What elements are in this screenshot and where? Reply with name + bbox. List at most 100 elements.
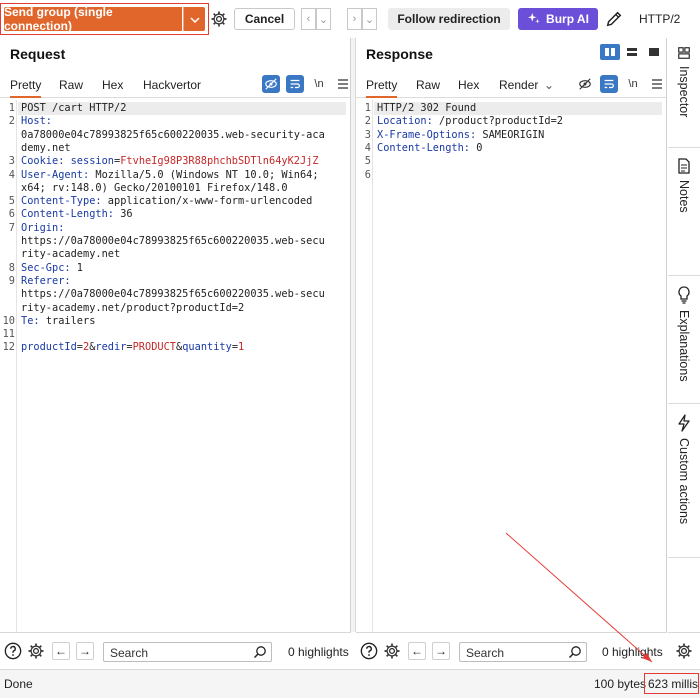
inspector-icon [677,46,691,60]
code-token: x64; rv:148.0) Gecko/20100101 Firefox/14… [21,181,288,194]
newline-toggle[interactable]: \n [624,75,642,93]
back-arrow-button[interactable]: ‹ [301,8,316,30]
single-pane-icon[interactable] [644,44,664,60]
layout-buttons [600,44,664,60]
previous-match-button[interactable]: ← [52,642,70,660]
code-text: Host: [21,115,52,128]
tab-render[interactable]: Render [499,78,538,92]
code-text: 0a78000e04c78993825f65c600220035.web-sec… [21,129,325,142]
sidebar-item-inspector[interactable]: Inspector [668,38,700,148]
param-value: FtvheIg98P3R88phchbSDTln64yK2JjZ [120,155,319,168]
search-placeholder: Search [110,646,149,660]
code-token: https://0a78000e04c78993825f65c600220035… [21,235,325,247]
code-token: https://0a78000e04c78993825f65c600220035… [21,288,325,301]
tab-pretty[interactable]: Pretty [10,78,42,98]
burp-ai-label: Burp AI [546,12,589,26]
arrow-left-icon: ← [55,644,67,658]
search-icon [253,645,267,659]
forward-nav-group: › ⌄ [347,8,377,30]
header-name: Content-Type: [21,195,108,208]
line-number: 6 [364,168,371,181]
hide-eye-icon[interactable] [262,75,280,93]
request-tabs: Pretty Raw Hex Hackvertor \n [0,72,350,98]
tab-pretty[interactable]: Pretty [366,78,398,98]
header-name: session [70,155,115,168]
code-text: productId=2&redir=PRODUCT&quantity=1 [21,341,244,354]
sidebar-item-explanations[interactable]: Explanations [668,276,700,404]
send-group-button[interactable]: Send group (single connection) [4,5,182,33]
line-number: 3 [364,128,371,141]
request-editor[interactable]: 1 POST /cart HTTP/2 2 Host: 0a78000e04c78993… [0,100,350,632]
response-editor[interactable]: 1 HTTP/2 302 Found 2 Location: /product?pro… [356,100,666,632]
forward-history-dropdown[interactable]: ⌄ [362,8,377,30]
hide-eye-icon[interactable] [576,75,594,93]
next-match-button[interactable]: → [432,642,450,660]
split-vertical-icon[interactable] [600,44,620,60]
header-name: Te: [21,314,46,327]
next-match-button[interactable]: → [76,642,94,660]
line-number: 2 [364,115,371,128]
header-name: productId [21,341,77,354]
settings-gear-icon[interactable] [27,642,45,660]
code-text: https://0a78000e04c78993825f65c600220035… [21,235,325,248]
code-text: Content-Length: 0 [377,142,482,155]
chevron-left-icon: ‹ [306,13,311,25]
response-view-icons: \n [576,75,666,93]
code-token: demy.net [21,141,71,154]
code-text: Sec-Gpc: 1 [21,262,83,275]
code-text: rity-academy.net [21,248,120,261]
sidebar-item-custom-actions[interactable]: Custom actions [668,404,700,558]
code-text: rity-academy.net/product?productId=2 [21,302,244,315]
edit-pencil-icon[interactable] [604,8,624,30]
line-number: 11 [2,328,15,341]
search-placeholder: Search [466,646,505,660]
chevron-right-icon: › [352,13,357,25]
cancel-button[interactable]: Cancel [234,8,295,30]
sidebar-footer [668,632,700,669]
line-number: 4 [364,141,371,154]
follow-redirection-button[interactable]: Follow redirection [388,8,510,30]
code-text: Content-Type: application/x-www-form-url… [21,195,312,208]
newline-toggle[interactable]: \n [310,75,328,93]
line-number: 4 [8,168,15,181]
line-number: 5 [364,155,371,168]
wrap-lines-icon[interactable] [286,75,304,93]
lightning-icon [678,414,690,432]
code-text: x64; rv:148.0) Gecko/20100101 Firefox/14… [21,182,288,195]
sidebar-item-notes[interactable]: Notes [668,148,700,276]
burp-ai-button[interactable]: Burp AI [518,8,598,30]
line-number: 5 [8,195,15,208]
search-input[interactable]: Search [459,642,587,662]
response-search-bar: ← → Search 0 highlights [356,632,667,669]
line-number: 2 [8,115,15,128]
split-horizontal-icon[interactable] [622,44,642,60]
code-text: POST /cart HTTP/2 [21,102,126,115]
tab-raw[interactable]: Raw [416,78,440,92]
status-text: Done [4,677,33,691]
forward-arrow-button[interactable]: › [347,8,362,30]
settings-gear-icon[interactable] [675,642,693,660]
tab-hex[interactable]: Hex [102,78,123,92]
help-icon[interactable] [4,642,22,660]
search-input[interactable]: Search [103,642,272,662]
protocol-selector[interactable]: HTTP/2 [639,12,680,26]
settings-gear-icon[interactable] [210,10,228,28]
settings-gear-icon[interactable] [383,642,401,660]
tab-raw[interactable]: Raw [59,78,83,92]
header-name: Cookie: [21,155,71,168]
render-dropdown-chevron-icon[interactable]: ⌄ [544,78,554,92]
help-icon[interactable] [360,642,378,660]
menu-icon[interactable] [648,75,666,93]
menu-icon[interactable] [334,75,352,93]
code-token: POST /cart HTTP/2 [21,102,127,114]
tab-hex[interactable]: Hex [458,78,479,92]
code-text: X-Frame-Options: SAMEORIGIN [377,129,544,142]
request-search-bar: ← → Search 0 highlights [0,632,351,669]
wrap-lines-icon[interactable] [600,75,618,93]
previous-match-button[interactable]: ← [408,642,426,660]
sparkle-icon [527,12,541,26]
send-options-dropdown[interactable] [183,7,205,31]
tab-hackvertor[interactable]: Hackvertor [143,78,201,92]
back-history-dropdown[interactable]: ⌄ [316,8,331,30]
sidebar-item-label: Notes [677,180,691,213]
